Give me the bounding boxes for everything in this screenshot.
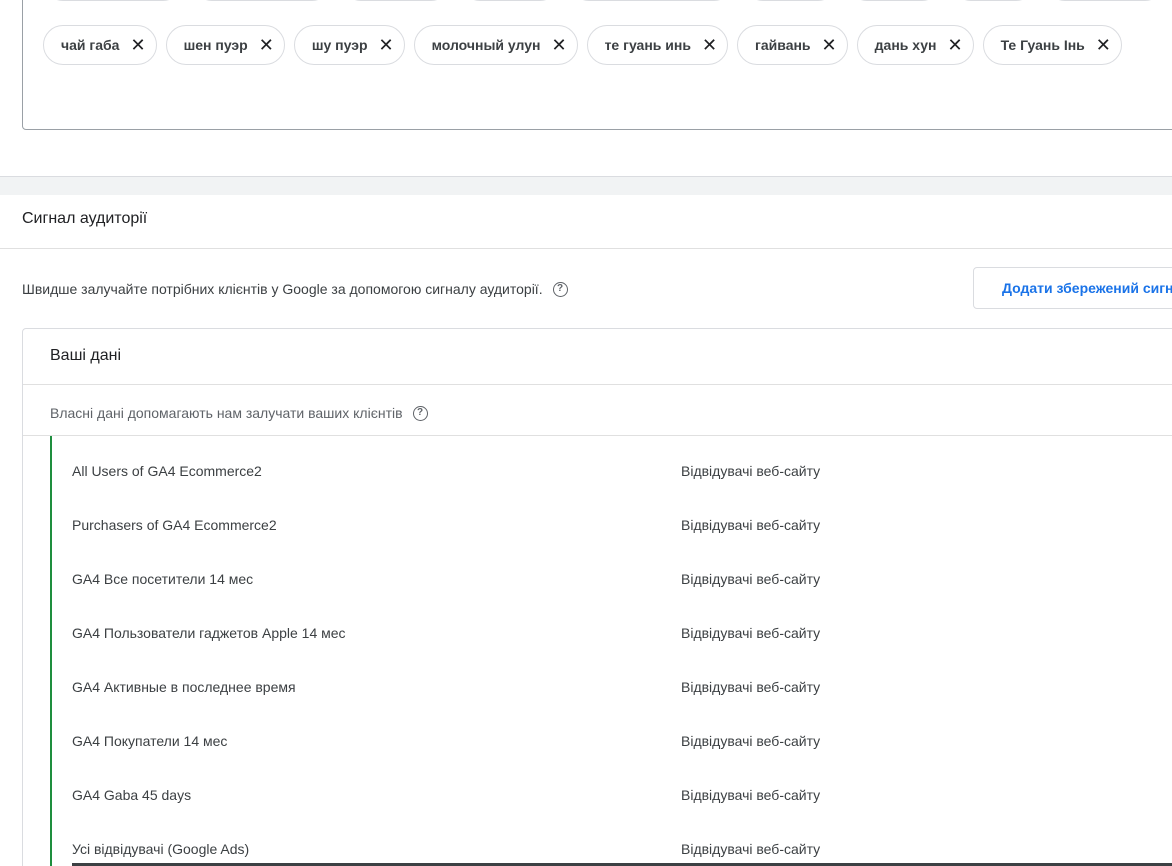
audience-type: Відвідувачі веб-сайту xyxy=(681,625,821,641)
audience-row[interactable]: Усі відвідувачі (Google Ads) Відвідувачі… xyxy=(52,814,1172,866)
card-subtitle: Власні дані допомагають нам залучати ваш… xyxy=(50,405,428,421)
keywords-box[interactable]: чай габа ✕ шен пуэр ✕ шу пуэр ✕ молочный… xyxy=(22,0,1172,130)
audience-row[interactable]: GA4 Пользователи гаджетов Apple 14 мес В… xyxy=(52,598,1172,652)
chip-partial[interactable] xyxy=(43,0,183,1)
audience-name: All Users of GA4 Ecommerce2 xyxy=(72,463,262,479)
keyword-chip-label: шен пуэр xyxy=(183,37,248,53)
help-circle-icon[interactable]: ? xyxy=(412,405,428,421)
keyword-chip[interactable]: чай габа ✕ xyxy=(43,25,157,65)
audience-name: GA4 Gaba 45 days xyxy=(72,787,192,803)
divider xyxy=(23,384,1172,385)
keyword-chip[interactable]: гайвань ✕ xyxy=(737,25,848,65)
audience-type: Відвідувачі веб-сайту xyxy=(681,679,821,695)
keyword-chip[interactable]: дань хун ✕ xyxy=(856,25,974,65)
chip-partial[interactable] xyxy=(341,0,451,1)
keyword-chip[interactable]: молочный улун ✕ xyxy=(413,25,578,65)
audience-name: Purchasers of GA4 Ecommerce2 xyxy=(72,517,277,533)
audience-row[interactable]: GA4 Gaba 45 days Відвідувачі веб-сайту xyxy=(52,760,1172,814)
audience-type: Відвідувачі веб-сайту xyxy=(681,733,821,749)
close-icon[interactable]: ✕ xyxy=(130,36,145,54)
keyword-chip[interactable]: Те Гуань Інь ✕ xyxy=(982,25,1122,65)
page: чай габа ✕ шен пуэр ✕ шу пуэр ✕ молочный… xyxy=(0,0,1172,866)
audience-signal-description: Швидше залучайте потрібних клієнтів у Go… xyxy=(22,281,568,297)
section-divider xyxy=(0,176,1172,195)
audience-row[interactable]: GA4 Активные в последнее время Відвідува… xyxy=(52,652,1172,706)
close-icon[interactable]: ✕ xyxy=(551,36,566,54)
keyword-chip-label: гайвань xyxy=(755,37,811,53)
audience-name: Усі відвідувачі (Google Ads) xyxy=(72,841,250,857)
close-icon[interactable]: ✕ xyxy=(259,36,274,54)
chip-partial[interactable] xyxy=(951,0,1036,1)
keyword-chip-label: шу пуэр xyxy=(311,37,368,53)
audience-name: GA4 Активные в последнее время xyxy=(72,679,296,695)
audience-list: All Users of GA4 Ecommerce2 Відвідувачі … xyxy=(50,436,1172,866)
keyword-chip-label: Те Гуань Інь xyxy=(1000,37,1085,53)
audience-type: Відвідувачі веб-сайту xyxy=(681,787,821,803)
chip-partial[interactable] xyxy=(569,0,734,1)
keyword-chip[interactable]: те гуань инь ✕ xyxy=(586,25,729,65)
audience-row[interactable]: All Users of GA4 Ecommerce2 Відвідувачі … xyxy=(52,436,1172,490)
audience-type: Відвідувачі веб-сайту xyxy=(681,841,821,857)
close-icon[interactable]: ✕ xyxy=(947,36,962,54)
audience-name: GA4 Покупатели 14 мес xyxy=(72,733,228,749)
audience-type: Відвідувачі веб-сайту xyxy=(681,463,821,479)
keyword-chip-label: чай габа xyxy=(61,37,120,53)
close-icon[interactable]: ✕ xyxy=(822,36,837,54)
chip-partial[interactable] xyxy=(192,0,332,1)
your-data-card: Ваші дані Власні дані допомагають нам за… xyxy=(22,328,1172,866)
close-icon[interactable]: ✕ xyxy=(379,36,394,54)
audience-row[interactable]: Purchasers of GA4 Ecommerce2 Відвідувачі… xyxy=(52,490,1172,544)
subtitle-text: Власні дані допомагають нам залучати ваш… xyxy=(50,405,403,421)
chip-row: чай габа ✕ шен пуэр ✕ шу пуэр ✕ молочный… xyxy=(43,25,1122,65)
keyword-chip[interactable]: шен пуэр ✕ xyxy=(165,25,285,65)
audience-row[interactable]: GA4 Покупатели 14 мес Відвідувачі веб-са… xyxy=(52,706,1172,760)
add-saved-signal-button[interactable]: Додати збережений сигнал xyxy=(973,267,1172,309)
keyword-chip-label: те гуань инь xyxy=(604,37,691,53)
audience-name: GA4 Пользователи гаджетов Apple 14 мес xyxy=(72,625,346,641)
divider xyxy=(0,248,1172,249)
audience-type: Відвідувачі веб-сайту xyxy=(681,571,821,587)
close-icon[interactable]: ✕ xyxy=(702,36,717,54)
chip-partial[interactable] xyxy=(460,0,560,1)
audience-row[interactable]: GA4 Все посетители 14 мес Відвідувачі ве… xyxy=(52,544,1172,598)
chip-partial[interactable] xyxy=(847,0,942,1)
audience-type: Відвідувачі веб-сайту xyxy=(681,517,821,533)
help-circle-icon[interactable]: ? xyxy=(552,281,568,297)
audience-name: GA4 Все посетители 14 мес xyxy=(72,571,254,587)
chip-partial[interactable] xyxy=(1045,0,1165,1)
card-title: Ваші дані xyxy=(50,347,122,364)
description-text: Швидше залучайте потрібних клієнтів у Go… xyxy=(22,281,543,297)
keyword-chip[interactable]: шу пуэр ✕ xyxy=(293,25,405,65)
chip-partial[interactable] xyxy=(743,0,838,1)
keyword-chip-label: дань хун xyxy=(874,37,937,53)
section-title: Сигнал аудиторії xyxy=(22,210,148,227)
keyword-chip-label: молочный улун xyxy=(431,37,541,53)
close-icon[interactable]: ✕ xyxy=(1096,36,1111,54)
chip-row-previous xyxy=(43,0,1165,1)
